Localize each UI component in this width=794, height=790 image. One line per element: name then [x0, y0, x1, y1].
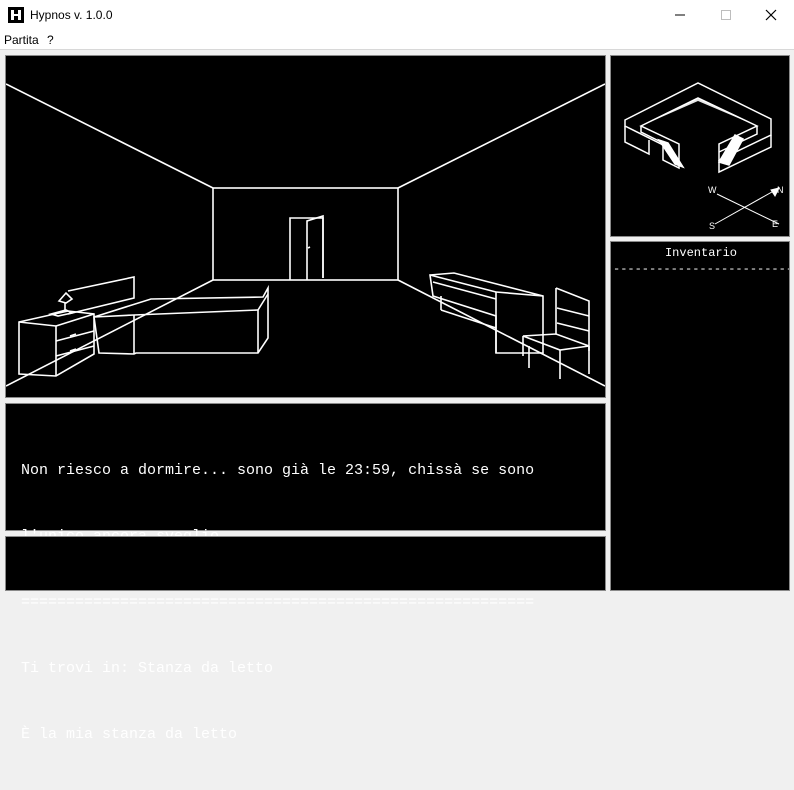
narrative-separator: ========================================…: [21, 594, 535, 611]
location-description: È la mia stanza da letto: [21, 726, 238, 743]
menu-partita[interactable]: Partita: [4, 33, 39, 47]
window-title: Hypnos v. 1.0.0: [30, 8, 113, 22]
maximize-icon: [721, 10, 731, 20]
inventory-panel: Inventario --------------------------: [610, 241, 790, 591]
compass-north: N: [777, 185, 784, 195]
command-panel: [5, 536, 606, 591]
location-line: Ti trovi in: Stanza da letto: [21, 660, 274, 677]
menu-help[interactable]: ?: [47, 33, 54, 47]
room-map: N W S E: [624, 82, 784, 231]
title-bar: Hypnos v. 1.0.0: [0, 0, 794, 30]
menu-bar: Partita ?: [0, 30, 794, 50]
narrative-text: Non riesco a dormire... sono già le 23:5…: [21, 416, 601, 790]
close-icon: [765, 9, 777, 21]
narrative-line: Non riesco a dormire... sono già le 23:5…: [21, 462, 535, 479]
inventory-title: Inventario: [664, 246, 737, 260]
maximize-button[interactable]: [703, 0, 749, 30]
command-input[interactable]: [16, 549, 600, 579]
app-icon: [8, 7, 24, 23]
minimize-icon: [675, 14, 685, 16]
bedroom-scene: [5, 83, 606, 387]
minimize-button[interactable]: [657, 0, 703, 30]
inventory-separator: --------------------------: [613, 262, 789, 276]
map-panel: N W S E: [610, 55, 790, 237]
compass-west: W: [708, 185, 717, 195]
compass-south: S: [709, 221, 715, 231]
compass-rose: [714, 187, 780, 225]
narrative-panel: Non riesco a dormire... sono già le 23:5…: [5, 403, 606, 743]
close-button[interactable]: [748, 0, 794, 30]
scene-view: [5, 55, 606, 398]
compass-east: E: [772, 219, 778, 229]
